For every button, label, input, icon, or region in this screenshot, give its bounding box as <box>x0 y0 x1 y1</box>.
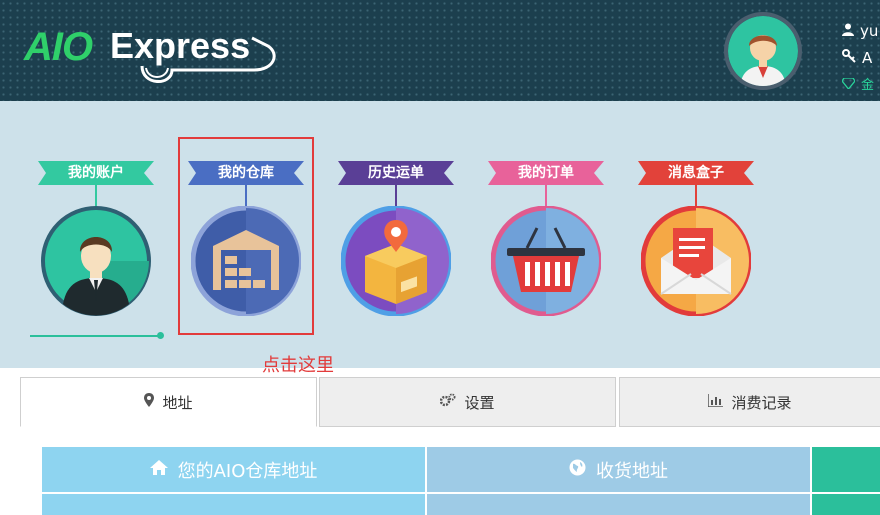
person-avatar-icon <box>728 16 798 86</box>
user-level-row: 金 <box>841 72 878 99</box>
user-name[interactable]: yu <box>860 18 878 45</box>
stem <box>695 183 697 207</box>
stem <box>545 183 547 207</box>
stem <box>95 183 97 207</box>
user-avatar-icon <box>41 206 151 316</box>
user-account[interactable]: A <box>862 45 872 72</box>
active-underline-dot <box>157 332 164 339</box>
mail-icon <box>641 206 751 316</box>
main-nav: 我的账户 我的仓库 历史运单 我的订单 消息盒子 点击这里 <box>0 101 880 376</box>
stem <box>395 183 397 207</box>
diamond-icon <box>841 72 856 99</box>
globe-icon <box>569 459 586 481</box>
nav-item-my-account[interactable]: 我的账户 <box>36 159 156 319</box>
tab-label: 设置 <box>464 393 495 412</box>
site-header: AIO Express yu A 金 <box>0 0 880 101</box>
user-name-row: yu <box>842 18 878 45</box>
table-header-label: 您的AIO仓库地址 <box>177 460 318 482</box>
tab-label: 地址 <box>162 393 193 412</box>
tab-settings[interactable]: 设置 <box>319 377 616 427</box>
svg-text:Express: Express <box>110 25 250 66</box>
user-account-row: A <box>842 45 878 72</box>
tab-spending-records[interactable]: 消费记录 <box>619 377 880 427</box>
table-row <box>812 494 880 515</box>
table-header-warehouse-address: 您的AIO仓库地址 <box>42 447 425 492</box>
nav-item-my-orders[interactable]: 我的订单 <box>486 159 606 319</box>
highlight-box <box>178 137 314 335</box>
gears-icon <box>440 393 456 411</box>
nav-item-label: 我的订单 <box>518 165 574 181</box>
svg-text:AIO: AIO <box>23 25 93 69</box>
package-location-icon <box>341 206 451 316</box>
user-info: yu A 金 <box>841 18 878 99</box>
shopping-basket-icon <box>491 206 601 316</box>
aio-express-logo[interactable]: AIO Express <box>22 18 282 88</box>
nav-item-label: 我的账户 <box>68 165 124 181</box>
home-icon <box>149 459 168 480</box>
key-icon <box>842 45 856 72</box>
nav-item-label: 消息盒子 <box>668 165 724 181</box>
tab-address[interactable]: 地址 <box>20 377 317 427</box>
table-header-extra <box>812 447 880 492</box>
table-row <box>427 494 810 515</box>
nav-item-label: 历史运单 <box>368 165 424 181</box>
nav-item-message-box[interactable]: 消息盒子 <box>636 159 756 319</box>
address-table: 您的AIO仓库地址 收货地址 <box>42 447 880 515</box>
active-underline <box>30 335 162 337</box>
nav-item-shipping-history[interactable]: 历史运单 <box>336 159 456 319</box>
tab-bar: 地址 设置 消费记录 <box>20 377 880 427</box>
user-avatar[interactable] <box>724 12 802 90</box>
user-level: 金 <box>861 78 875 93</box>
map-marker-icon <box>144 393 155 411</box>
tab-label: 消费记录 <box>731 393 792 412</box>
table-header-receiving-address: 收货地址 <box>427 447 810 492</box>
annotation-click-here: 点击这里 <box>262 355 334 376</box>
bar-chart-icon <box>707 393 724 411</box>
table-header-label: 收货地址 <box>596 460 668 482</box>
user-icon <box>842 18 854 45</box>
table-row <box>42 494 425 515</box>
